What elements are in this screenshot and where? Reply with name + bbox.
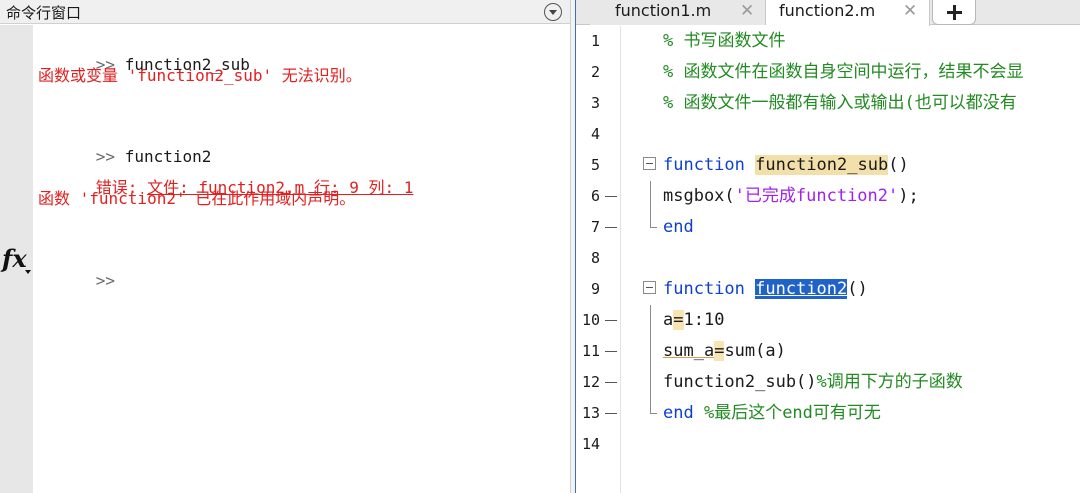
editor-tab-strip: function1.m ✕ function2.m ✕	[576, 0, 1080, 26]
code-text: msgbox('已完成function2');	[663, 185, 919, 207]
line-number: 3	[590, 94, 600, 112]
assignment-highlight: =	[673, 310, 684, 330]
fold-guide	[650, 336, 651, 367]
command-window-title: 命令行窗口	[6, 4, 82, 22]
keyword: end	[663, 403, 694, 423]
tab-label: function1.m	[615, 1, 712, 20]
code-call: msgbox(	[663, 186, 735, 206]
code-text: function function2()	[663, 278, 868, 300]
fold-end-guide	[650, 212, 657, 228]
code-comment: %调用下方的子函数	[816, 372, 963, 392]
breakpoint-dash[interactable]	[605, 320, 617, 321]
line-number: 4	[590, 125, 600, 143]
code-line: 1 % 书写函数文件	[576, 26, 1080, 57]
code-text: function2_sub()%调用下方的子函数	[663, 371, 963, 393]
line-number: 14	[581, 435, 600, 453]
code-text: end %最后这个end可有可无	[663, 402, 881, 424]
breakpoint-dash[interactable]	[605, 413, 617, 414]
close-icon[interactable]: ✕	[740, 1, 754, 21]
code-text: a=1:10	[663, 309, 724, 331]
code-string: '已完成function2'	[734, 186, 899, 206]
fold-guide	[650, 305, 651, 336]
command-window-header: 命令行窗口	[0, 0, 570, 24]
function-name-highlight: function2_sub	[755, 155, 889, 175]
code-line: 7 end	[576, 212, 1080, 243]
code-comment: % 函数文件一般都有输入或输出(也可以都没有	[663, 93, 1017, 113]
code-punct: ()	[888, 155, 909, 175]
code-line: 8	[576, 243, 1080, 274]
command-window: 命令行窗口 fx >> function2_sub 函数或变量 'functio…	[0, 0, 570, 493]
fold-guide	[650, 367, 651, 398]
line-number: 13	[581, 404, 600, 422]
code-expression: 1:10	[683, 310, 725, 330]
fold-guide	[650, 181, 651, 212]
fx-dropdown-caret-icon[interactable]	[25, 270, 31, 274]
keyword: function	[663, 279, 745, 299]
code-line: 13 end %最后这个end可有可无	[576, 398, 1080, 429]
selected-function-name: function2	[755, 279, 848, 299]
line-number: 12	[581, 373, 600, 391]
window-actions-menu-icon[interactable]	[544, 3, 562, 21]
line-number: 2	[590, 63, 600, 81]
code-line: 14	[576, 429, 1080, 460]
add-tab-plus-icon[interactable]	[932, 0, 976, 25]
error-message: 函数或变量 'function2_sub' 无法识别。	[38, 66, 362, 85]
code-punct: ()	[847, 279, 868, 299]
fold-toggle-icon[interactable]	[643, 281, 656, 294]
code-line: 9 function function2()	[576, 274, 1080, 305]
tab-label: function2.m	[779, 1, 876, 20]
code-line: 10 a=1:10	[576, 305, 1080, 336]
breakpoint-dash[interactable]	[605, 382, 617, 383]
code-variable: sum_a	[663, 341, 715, 361]
breakpoint-dash[interactable]	[605, 227, 617, 228]
close-icon[interactable]: ✕	[903, 1, 917, 21]
fold-toggle-icon[interactable]	[643, 157, 656, 170]
code-text: function function2_sub()	[663, 154, 909, 176]
tab-function2-m[interactable]: function2.m ✕	[766, 0, 930, 26]
error-location: 错误: 文件: function2.m 行: 9 列: 1	[38, 158, 414, 218]
fx-function-browser-icon[interactable]: fx	[2, 244, 27, 273]
line-number: 6	[590, 187, 600, 205]
breakpoint-dash[interactable]	[605, 196, 617, 197]
code-line: 6 msgbox('已完成function2');	[576, 181, 1080, 212]
code-call: function2_sub()	[663, 372, 817, 392]
code-expression: sum(a)	[724, 341, 786, 361]
keyword: function	[663, 155, 745, 175]
fold-end-guide	[650, 398, 657, 414]
line-number: 7	[590, 218, 600, 236]
line-number: 10	[581, 311, 600, 329]
breakpoint-dash[interactable]	[605, 351, 617, 352]
line-number: 5	[590, 156, 600, 174]
keyword: end	[663, 217, 694, 237]
code-variable: a	[663, 310, 674, 330]
code-line: 12 function2_sub()%调用下方的子函数	[576, 367, 1080, 398]
code-line: 4	[576, 119, 1080, 150]
line-number: 8	[590, 249, 600, 267]
code-punct: );	[898, 186, 919, 206]
command-input-line[interactable]: >>	[38, 251, 115, 311]
code-line: 2 % 函数文件在函数自身空间中运行，结果不会显	[576, 57, 1080, 88]
code-comment: % 函数文件在函数自身空间中运行，结果不会显	[663, 62, 1024, 82]
code-editor[interactable]: 1 % 书写函数文件 2 % 函数文件在函数自身空间中运行，结果不会显 3 % …	[576, 26, 1080, 493]
prompt-symbol: >>	[95, 271, 116, 290]
code-line: 11 sum_a=sum(a)	[576, 336, 1080, 367]
error-message: 函数 'function2' 已在此作用域内声明。	[38, 189, 356, 208]
line-number: 9	[590, 280, 600, 298]
code-comment: %最后这个end可有可无	[693, 403, 881, 423]
assignment-highlight: =	[714, 341, 725, 361]
code-line: 5 function function2_sub()	[576, 150, 1080, 181]
editor-pane: function1.m ✕ function2.m ✕ 1 % 书写函数文件 2…	[576, 0, 1080, 493]
code-comment: % 书写函数文件	[663, 31, 786, 51]
code-line: 3 % 函数文件一般都有输入或输出(也可以都没有	[576, 88, 1080, 119]
code-text: sum_a=sum(a)	[663, 340, 786, 362]
line-number: 1	[590, 32, 600, 50]
line-number: 11	[581, 342, 600, 360]
tab-function1-m[interactable]: function1.m ✕	[590, 0, 766, 25]
history-command: >> function2_sub	[38, 35, 250, 95]
